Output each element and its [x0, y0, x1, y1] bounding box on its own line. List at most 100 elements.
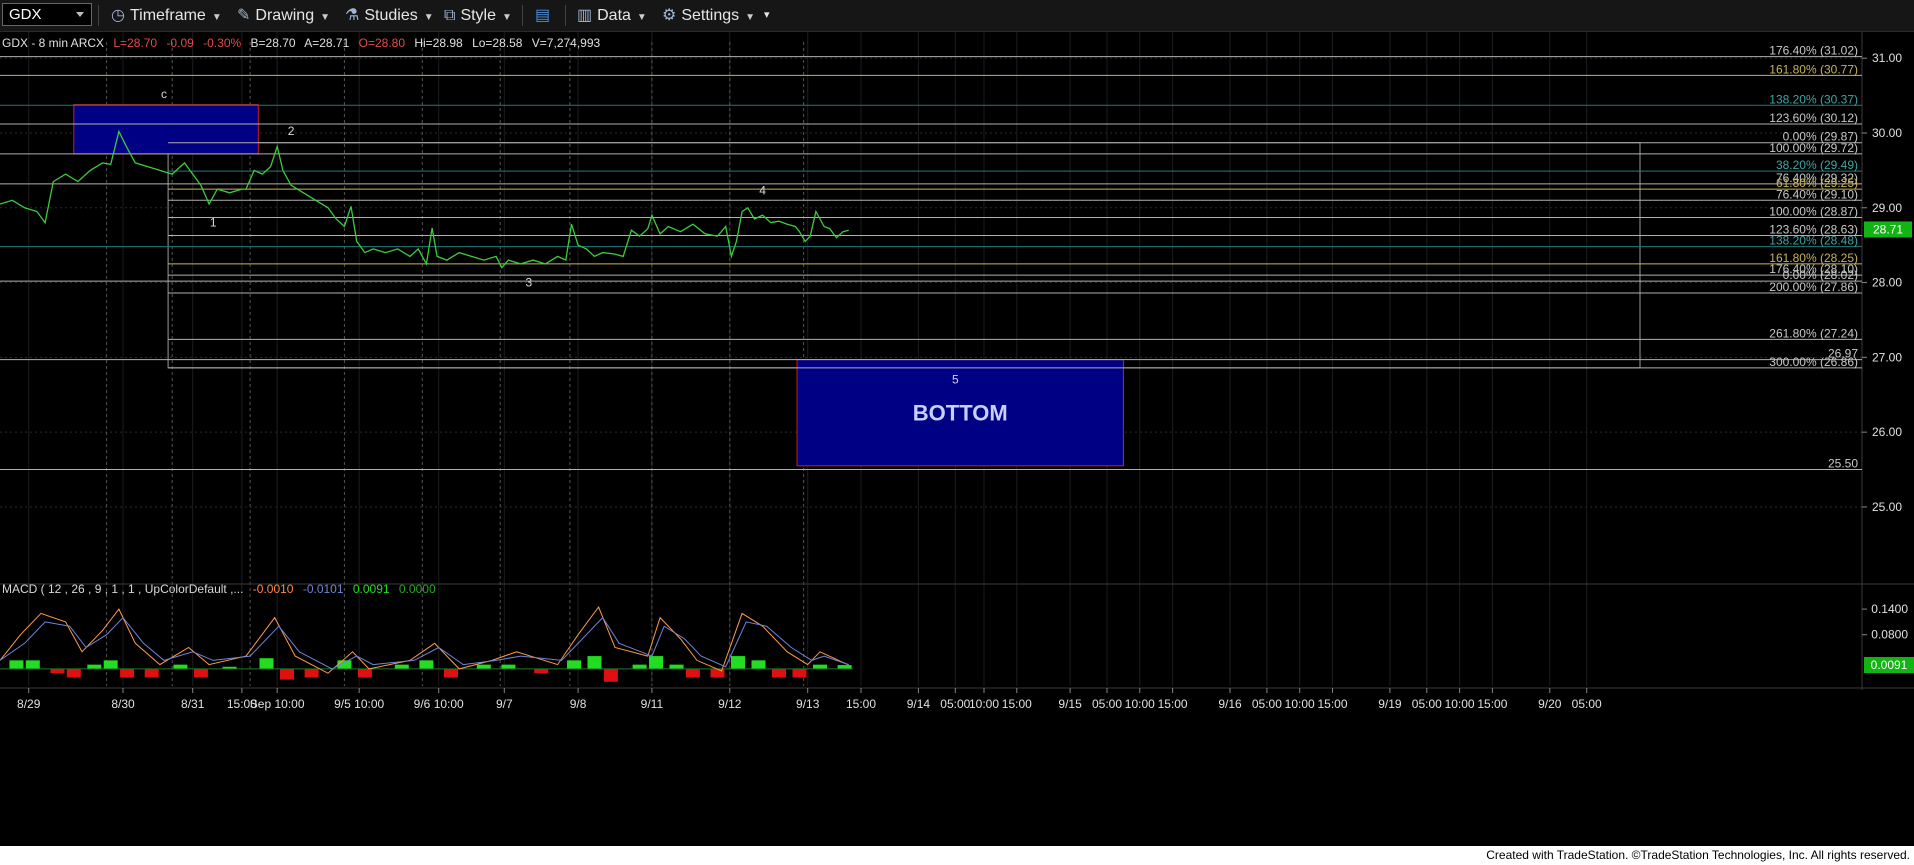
- time-tick-label: 9/6 10:00: [414, 697, 464, 711]
- target-zone-label: BOTTOM: [913, 401, 1008, 426]
- macd-histogram-bar: [50, 668, 65, 674]
- time-tick-label: 05:00: [940, 697, 970, 711]
- macd-histogram-bar: [120, 668, 135, 678]
- quote-low: Lo=28.58: [472, 36, 523, 50]
- style-menu[interactable]: ⧉ Style ▼: [444, 0, 512, 31]
- macd-avg-value: -0.0101: [303, 582, 344, 596]
- fib-level-label: 100.00% (29.72): [1769, 141, 1858, 155]
- fib-level-label: 200.00% (27.86): [1769, 280, 1858, 294]
- macd-histogram-bar: [476, 664, 491, 669]
- fib-level-label: 176.40% (31.02): [1769, 44, 1858, 58]
- macd-histogram-bar: [25, 660, 40, 669]
- time-tick-label: 05:00: [1572, 697, 1602, 711]
- bar-chart-icon: ▥: [577, 7, 593, 24]
- fib-level-label: 161.80% (30.77): [1769, 62, 1858, 76]
- time-tick-label: 9/19: [1378, 697, 1402, 711]
- wave-labels: c 2 1 3 4 5: [161, 87, 959, 387]
- price-chart[interactable]: BOTTOM 176.40% (31.02)161.80% (30.77)138…: [0, 32, 1914, 846]
- toolbar-separator: [522, 5, 523, 26]
- data-label: Data: [597, 7, 631, 24]
- drawing-menu[interactable]: ✎ Drawing ▼: [237, 0, 330, 31]
- caret-small-icon: ▾: [764, 9, 770, 21]
- time-tick-label: 9/20: [1538, 697, 1562, 711]
- time-tick-label: 9/12: [718, 697, 742, 711]
- data-menu[interactable]: ▥ Data ▼: [577, 0, 647, 31]
- price-tick-label: 27.00: [1872, 350, 1902, 364]
- wave-label: 4: [759, 183, 766, 197]
- symbol-input[interactable]: GDX: [2, 3, 92, 26]
- macd-histogram-bar: [501, 664, 516, 669]
- macd-histogram-bar: [534, 668, 549, 674]
- style-label: Style: [460, 7, 497, 24]
- macd-histogram-bar: [751, 660, 766, 669]
- wave-label: c: [161, 87, 167, 101]
- macd-histogram-bar: [9, 660, 24, 669]
- macd-histogram-bar: [567, 660, 581, 669]
- quote-open: O=28.80: [359, 36, 406, 50]
- macd-diff-value: 0.0091: [353, 582, 390, 596]
- macd-tick-label: 0.0800: [1871, 628, 1908, 642]
- price-tick-label: 28.00: [1872, 276, 1902, 290]
- macd-histogram-bar: [193, 668, 208, 678]
- macd-histogram-bar: [144, 668, 159, 678]
- target-zone-c: [73, 104, 259, 155]
- macd-histogram-bar: [280, 668, 294, 680]
- settings-label: Settings: [681, 7, 740, 24]
- wave-label: 1: [210, 215, 217, 229]
- symbol-text: GDX: [9, 6, 42, 23]
- timeframe-label: Timeframe: [129, 7, 206, 24]
- macd-histogram: [0, 656, 853, 682]
- gear-icon: ⚙: [662, 7, 677, 24]
- quote-change: -0.09: [166, 36, 194, 50]
- time-tick-label: 05:00: [1412, 697, 1442, 711]
- chevron-down-icon: ▼: [502, 12, 512, 23]
- copyright-text: Created with TradeStation. ©TradeStation…: [1486, 848, 1910, 862]
- macd-histogram-bar: [444, 668, 458, 678]
- fib-level-label: 261.80% (27.24): [1769, 326, 1858, 340]
- symbol-dropdown-icon[interactable]: [76, 12, 84, 17]
- flask-icon: ⚗: [345, 7, 360, 24]
- time-tick-label: 8/29: [17, 697, 41, 711]
- time-tick-label: 8/30: [111, 697, 135, 711]
- more-menu[interactable]: ▾: [764, 0, 770, 31]
- fib-level-label: 25.50: [1828, 457, 1858, 471]
- macd-histogram-bar: [419, 660, 434, 669]
- macd-histogram-bar: [792, 668, 807, 678]
- macd-histogram-bar: [632, 664, 647, 669]
- quote-ask: A=28.71: [304, 36, 349, 50]
- quote-last: L=28.70: [113, 36, 157, 50]
- macd-histogram-bar: [173, 664, 188, 669]
- clock-icon: ◷: [111, 7, 125, 24]
- quote-name: GDX - 8 min ARCX: [2, 36, 104, 50]
- time-tick-label: 15:00: [1477, 697, 1507, 711]
- macd-histogram-bar: [837, 665, 852, 669]
- time-tick-label: 10:00: [1445, 697, 1475, 711]
- price-tick-label: 29.00: [1872, 201, 1902, 215]
- macd-histogram-bar: [813, 664, 827, 669]
- price-tick-label: 25.00: [1872, 500, 1902, 514]
- chevron-down-icon: ▼: [745, 12, 756, 23]
- fib-level-label: 123.60% (30.12): [1769, 111, 1858, 125]
- fib-level-label: 300.00% (26.86): [1769, 355, 1858, 369]
- pencil-icon: ✎: [237, 7, 251, 24]
- price-tick-label: 31.00: [1872, 51, 1902, 65]
- quote-volume: V=7,274,993: [532, 36, 601, 50]
- time-tick-label: 9/8: [570, 697, 587, 711]
- macd-histogram-bar: [87, 664, 102, 669]
- settings-menu[interactable]: ⚙ Settings ▼: [662, 0, 755, 31]
- studies-menu[interactable]: ⚗ Studies ▼: [345, 0, 434, 31]
- timeframe-menu[interactable]: ◷ Timeframe ▼: [111, 0, 222, 31]
- macd-histogram-bar: [587, 656, 602, 669]
- macd-histogram-bar: [731, 656, 745, 669]
- layout-button[interactable]: ▤: [535, 0, 550, 31]
- macd-histogram-bar: [394, 664, 409, 669]
- last-price-label: 28.71: [1873, 222, 1903, 236]
- layout-icon: ▤: [535, 7, 551, 24]
- quote-high: Hi=28.98: [414, 36, 463, 50]
- price-tick-label: 30.00: [1872, 126, 1902, 140]
- macd-last-label: 0.0091: [1871, 658, 1908, 672]
- macd-histogram-bar: [603, 668, 618, 682]
- time-tick-label: 05:00: [1092, 697, 1122, 711]
- macd-histogram-bar: [66, 668, 81, 678]
- time-tick-label: 9/16: [1218, 697, 1242, 711]
